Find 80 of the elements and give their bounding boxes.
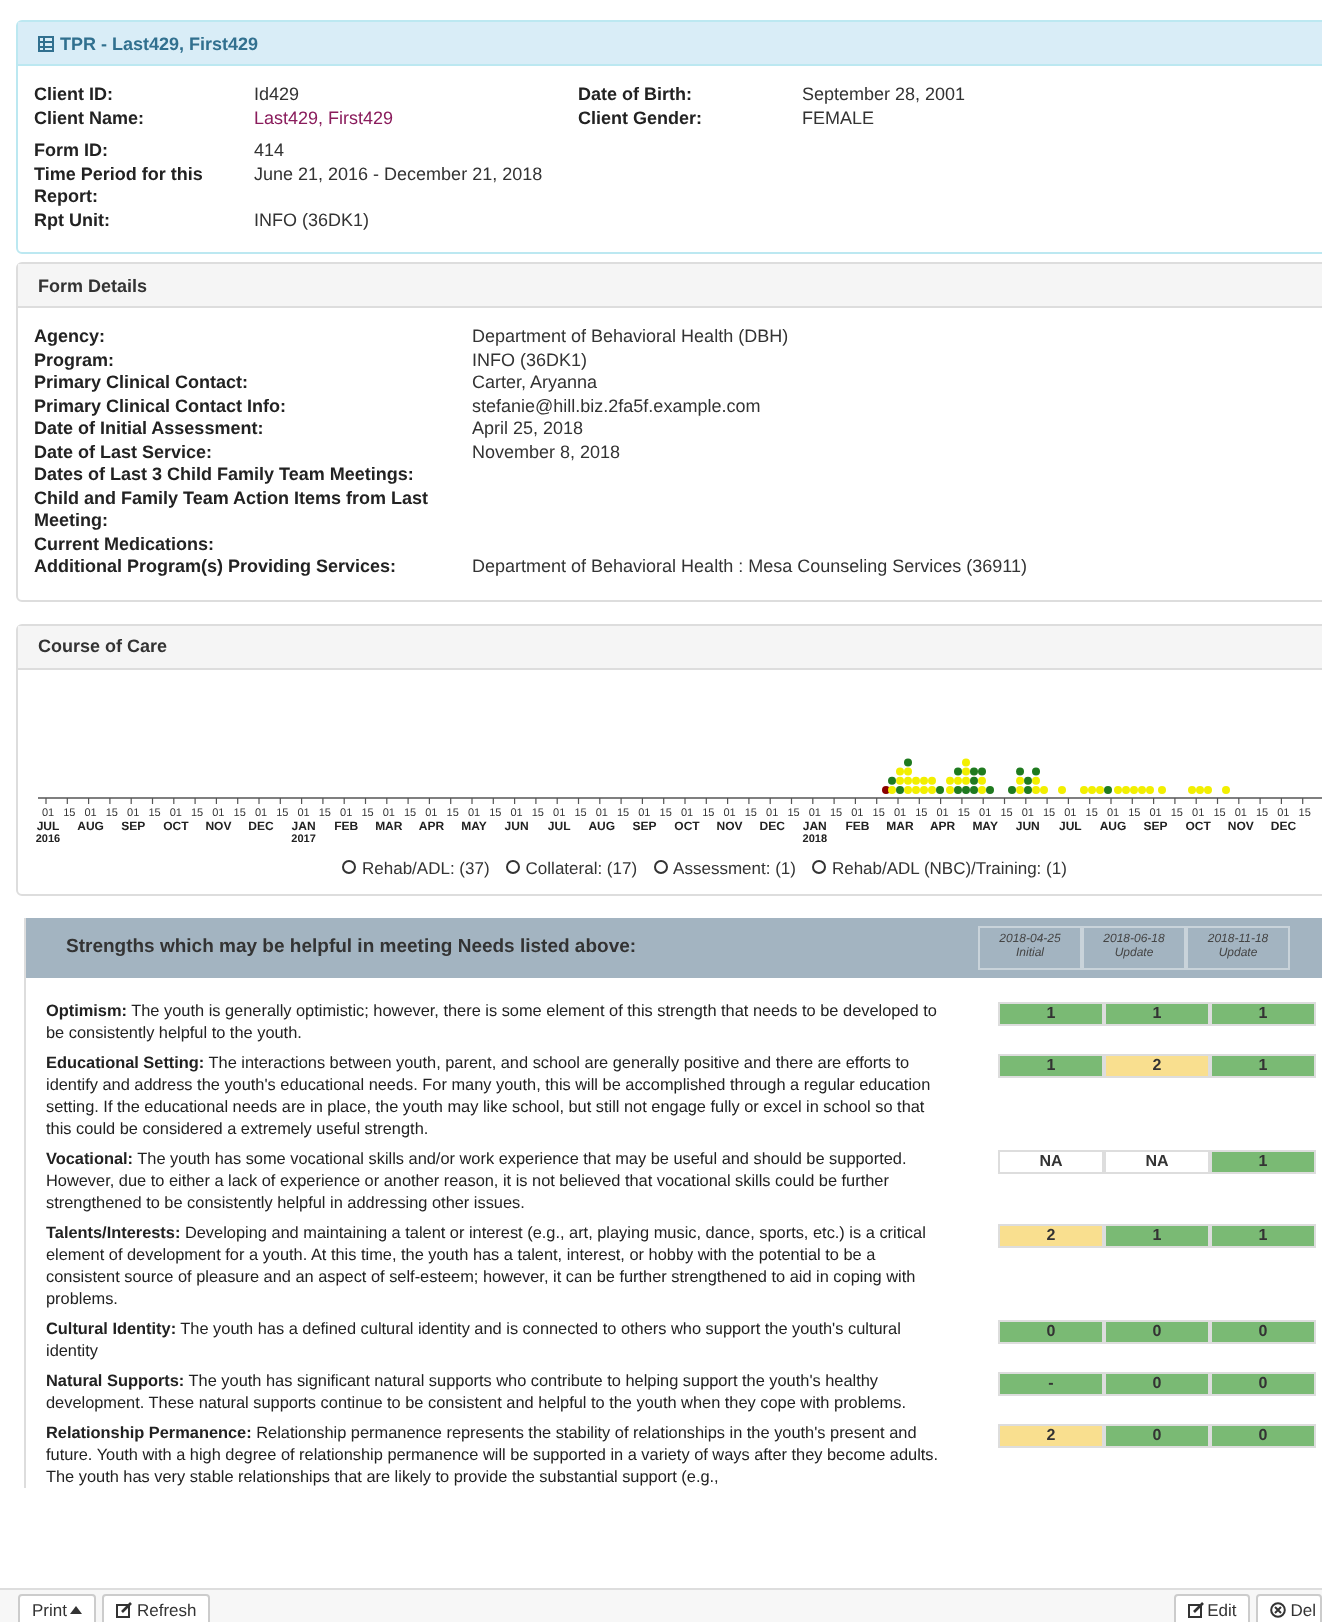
refresh-button[interactable]: Refresh [102, 1594, 211, 1622]
strength-description: Optimism: The youth is generally optimistic; however, there is some element of this strength that needs to be developed to be consistently helpful to the youth. [46, 999, 939, 1043]
score-cell: 0 [1210, 1423, 1316, 1447]
field-label: Dates of Last 3 Child Family Team Meetings: [34, 464, 416, 487]
field-value: 414 [254, 140, 287, 163]
strength-description: Natural Supports: The youth has significant natural supports who contribute to helping support the youth's healthy development. These natural supports continue to be consistent and helpful to the youth when they cope with problems. [46, 1369, 908, 1413]
score-cell: 2 [998, 1423, 1104, 1447]
edit-button[interactable]: Edit [1173, 1594, 1251, 1622]
legend-ring-icon [342, 860, 356, 874]
legend-label: Rehab/ADL: (37) [362, 857, 490, 877]
score-cell: 1 [998, 1001, 1104, 1025]
field-value: FEMALE [802, 107, 877, 130]
strength-description: Vocational: The youth has some vocational skills and/or work experience that may be useful and should be supported. However, due to either a lack of experience or another reason, it is not believed that vocational skills could be further strengthened to be consistently helpful in addressing other issues. [46, 1147, 909, 1213]
legend-label: Assessment: (1) [673, 857, 796, 877]
legend-label: Collateral: (17) [525, 857, 638, 877]
field-label: Date of Initial Assessment: [34, 418, 266, 441]
legend-ring-icon [811, 860, 826, 874]
score-cell: 0 [1104, 1319, 1210, 1343]
score-cell: NA [1104, 1149, 1210, 1173]
strength-description: Relationship Permanence: Relationship permanence represents the stability of relationships in the youth's present and future. Youth with a high degree of relationship permanence will be supported in a variety of ways after they become adults. The youth has very stable relationships that are likely to provide the substantial support (e.g., [46, 1421, 941, 1487]
caret-icon [70, 1606, 83, 1614]
field-label: Child and Family Team Action Items from Last Meeting: [34, 487, 431, 533]
strength-description: Talents/Interests: Developing and maintaining a talent or interest (e.g., art, playing music, dance, sports, etc.) is a critical element of development for a youth. At this time, the youth has a talent, interest, or hobby with the potential to be a consistent source of pleasure and an aspect of self-esteem; however, it can be further strengthened to aid in coping with problems. [46, 1221, 928, 1309]
client-name-link[interactable]: Last429, First429 [254, 107, 578, 130]
field-value: INFO (36DK1) [472, 349, 590, 372]
score-cell: NA [998, 1149, 1104, 1173]
score-cell: 0 [998, 1319, 1104, 1343]
strength-description: Educational Setting: The interactions between youth, parent, and school are generally positive and there are efforts to identify and address the youth's educational needs. For many youth, this will be accomplished through a regular education setting. If the educational needs are in place, the youth may like school, but still not engage fully or excel in school so that this could be considered a extremely useful strength. [46, 1051, 933, 1139]
field-label: Additional Program(s) Providing Services: [34, 556, 399, 579]
panel-title: TPR - Last429, First429 [60, 33, 259, 53]
score-cell: 1 [1210, 1001, 1316, 1025]
field-value: April 25, 2018 [472, 418, 586, 441]
field-label: Agency: [34, 326, 108, 349]
delete-button[interactable]: Del [1256, 1594, 1322, 1622]
score-cell: 2 [1104, 1053, 1210, 1077]
score-cell: 1 [1210, 1053, 1316, 1077]
panel-title: Form Details [38, 275, 148, 295]
field-value: September 28, 2001 [802, 84, 968, 107]
score-cell: 2 [998, 1223, 1104, 1247]
score-cell: - [998, 1371, 1104, 1395]
field-value: Id429 [254, 84, 302, 107]
field-label: Rpt Unit: [34, 209, 112, 232]
field-value: stefanie@hill.biz.2fa5f.example.com [472, 395, 763, 418]
legend-ring-icon [505, 860, 520, 874]
score-cell: 1 [1104, 1223, 1210, 1247]
field-value: INFO (36DK1) [254, 209, 372, 232]
field-value: Carter, Aryanna [472, 372, 600, 395]
legend-label: Rehab/ADL (NBC)/Training: (1) [831, 857, 1067, 877]
strength-description: Cultural Identity: The youth has a defined cultural identity and is connected to others who support the youth's cultural identity [46, 1317, 903, 1361]
field-label: Date of Last Service: [34, 441, 215, 464]
section-title: Strengths which may be helpful in meeting Needs listed above: [66, 936, 639, 958]
field-value: Department of Behavioral Health : Mesa Counseling Services (36911) [472, 556, 1029, 579]
score-cell: 1 [998, 1053, 1104, 1077]
field-label: Current Medications: [34, 533, 217, 556]
score-cell: 0 [1210, 1319, 1316, 1343]
edit-icon [116, 1602, 133, 1618]
panel-title: Course of Care [38, 636, 168, 656]
field-label: Primary Clinical Contact Info: [34, 395, 289, 418]
field-value: November 8, 2018 [472, 441, 623, 464]
print-dropdown-button[interactable]: Print [18, 1594, 97, 1622]
score-cell: 0 [1104, 1423, 1210, 1447]
field-label: Form ID: [34, 140, 110, 163]
table-icon [38, 35, 54, 51]
field-label: Primary Clinical Contact: [34, 372, 251, 395]
score-cell: 1 [1210, 1149, 1316, 1173]
field-label: Client Name: [34, 107, 147, 130]
score-cell: 0 [1104, 1371, 1210, 1395]
score-cell: 1 [1104, 1001, 1210, 1025]
field-label: Client ID: [34, 84, 115, 107]
legend-ring-icon [653, 860, 668, 874]
field-value: Department of Behavioral Health (DBH) [472, 326, 791, 349]
field-value: June 21, 2016 - December 21, 2018 [254, 163, 545, 187]
field-label: Client Gender: [578, 107, 705, 130]
edit-icon [1187, 1602, 1204, 1618]
score-cell: 1 [1210, 1223, 1316, 1247]
score-cell: 0 [1210, 1371, 1316, 1395]
field-label: Program: [34, 349, 117, 372]
field-label: Time Period for this Report: [34, 163, 205, 209]
close-icon [1270, 1602, 1287, 1618]
field-label: Date of Birth: [578, 84, 694, 107]
